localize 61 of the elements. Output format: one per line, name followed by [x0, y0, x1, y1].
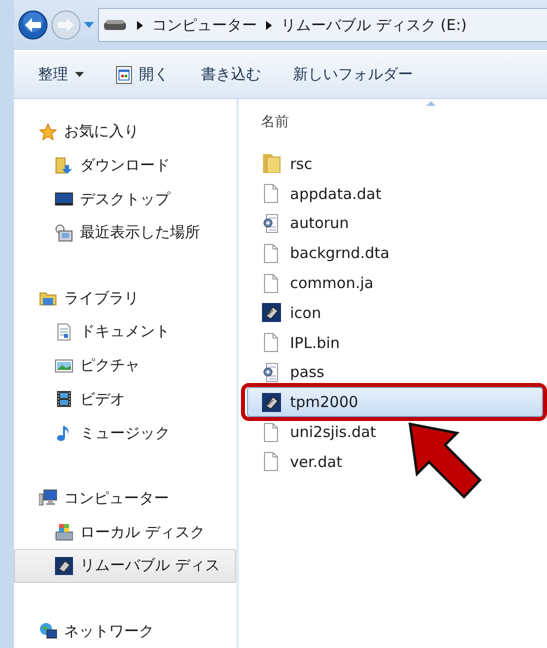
sort-arrow-icon [426, 101, 436, 106]
hard-drive-icon [55, 523, 73, 542]
file-icon [262, 274, 281, 293]
nav-item[interactable]: コンピューター [14, 482, 236, 516]
drive-icon [104, 20, 126, 30]
nav-item[interactable]: ミュージック [14, 416, 236, 450]
folder-icon [262, 154, 281, 174]
monitor-icon [55, 190, 73, 208]
file-item[interactable]: appdata.dat [247, 178, 547, 209]
chevron-icon [266, 20, 272, 30]
file-icon [262, 422, 281, 442]
computer-icon [39, 489, 57, 508]
window-icon [116, 66, 132, 84]
nav-item[interactable]: 最近表示した場所 [14, 216, 236, 250]
network-icon [39, 622, 57, 640]
nav-item[interactable]: ダウンロード [14, 148, 236, 182]
file-item[interactable]: backgrnd.dta [247, 238, 547, 268]
nav-item[interactable]: ローカル ディスク [14, 515, 236, 549]
address-bar[interactable]: コンピューター リムーバブル ディスク (E:) [98, 8, 547, 42]
organize-menu[interactable]: 整理 [32, 61, 90, 88]
file-item[interactable]: rsc [247, 149, 547, 179]
history-dropdown-icon[interactable] [84, 22, 94, 28]
picture-icon [55, 356, 73, 375]
film-icon [55, 390, 73, 408]
file-item[interactable]: IPL.bin [247, 328, 547, 358]
star-icon [39, 122, 57, 141]
nav-item[interactable]: ネットワーク [14, 614, 236, 648]
nav-item[interactable]: ドキュメント [14, 315, 236, 349]
breadcrumb[interactable]: コンピューター [152, 16, 257, 34]
file-icon [262, 244, 281, 263]
file-icon [262, 333, 281, 352]
burn-button[interactable]: 書き込む [195, 61, 267, 88]
chevron-icon [137, 20, 143, 30]
pen-app-icon [262, 303, 281, 322]
file-item[interactable]: uni2sjis.dat [247, 417, 547, 447]
nav-item[interactable]: デスクトップ [14, 182, 236, 216]
file-item[interactable]: tpm2000 [247, 387, 543, 418]
nav-item[interactable]: ピクチャ [14, 348, 236, 382]
file-item[interactable]: pass [247, 358, 547, 388]
clock-folder-icon [55, 224, 73, 242]
name-column-header[interactable]: 名前 [247, 107, 289, 131]
removable-drive-icon [55, 556, 73, 575]
file-item[interactable]: autorun [247, 208, 547, 238]
nav-item[interactable]: リムーバブル ディス [14, 548, 236, 583]
nav-item[interactable]: お気に入り [14, 115, 236, 149]
file-item[interactable]: ver.dat [247, 446, 547, 477]
open-button[interactable]: 開く [110, 61, 175, 88]
back-button[interactable] [17, 9, 49, 41]
gear-file-icon [262, 214, 281, 233]
caret-icon [75, 72, 84, 77]
file-icon [262, 184, 281, 204]
breadcrumb[interactable]: リムーバブル ディスク (E:) [281, 16, 467, 34]
new-folder-button[interactable]: 新しいフォルダー [287, 61, 419, 88]
file-item[interactable]: common.ja [247, 268, 547, 298]
document-icon [55, 322, 73, 341]
file-item[interactable]: icon [247, 298, 547, 328]
nav-item[interactable]: ライブラリ [14, 281, 236, 316]
file-icon [262, 452, 281, 472]
download-folder-icon [55, 156, 73, 175]
pen-app-icon [262, 392, 281, 412]
nav-item[interactable]: ビデオ [14, 382, 236, 416]
